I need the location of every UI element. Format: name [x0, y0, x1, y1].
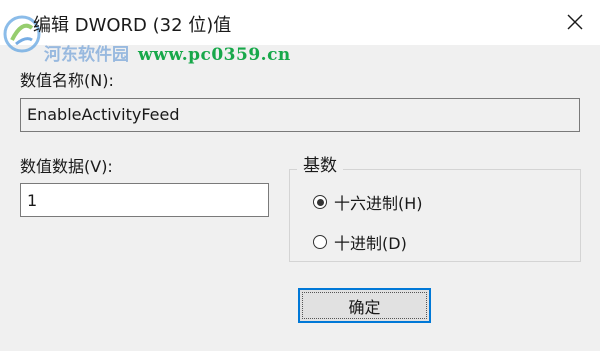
radio-hexadecimal-label: 十六进制(H)	[334, 194, 423, 213]
value-data-label: 数值数据(V):	[20, 157, 113, 176]
focus-rectangle	[302, 292, 427, 319]
value-name-field: EnableActivityFeed	[20, 98, 580, 132]
watermark-site-text: www.pc0359.cn	[138, 45, 291, 65]
ok-button[interactable]: 确定	[298, 288, 431, 323]
title-bar[interactable]: 编辑 DWORD (32 位)值	[0, 0, 600, 53]
dword-edit-dialog: 编辑 DWORD (32 位)值 河东软件园 www.pc0359.cn 数值名…	[0, 0, 600, 351]
close-icon	[567, 14, 583, 30]
radio-hexadecimal[interactable]: 十六进制(H)	[313, 190, 423, 214]
radio-button[interactable]	[313, 235, 327, 249]
value-name-label: 数值名称(N):	[20, 71, 114, 90]
radio-decimal-label: 十进制(D)	[334, 234, 407, 253]
radio-dot-icon	[316, 198, 324, 206]
radio-button-selected[interactable]	[313, 195, 327, 209]
watermark-cn-text: 河东软件园	[44, 45, 129, 65]
radio-decimal[interactable]: 十进制(D)	[313, 230, 407, 254]
base-group-title: 基数	[297, 151, 343, 176]
dialog-title: 编辑 DWORD (32 位)值	[33, 15, 232, 36]
value-data-input[interactable]	[20, 183, 269, 217]
close-button[interactable]	[562, 9, 588, 35]
